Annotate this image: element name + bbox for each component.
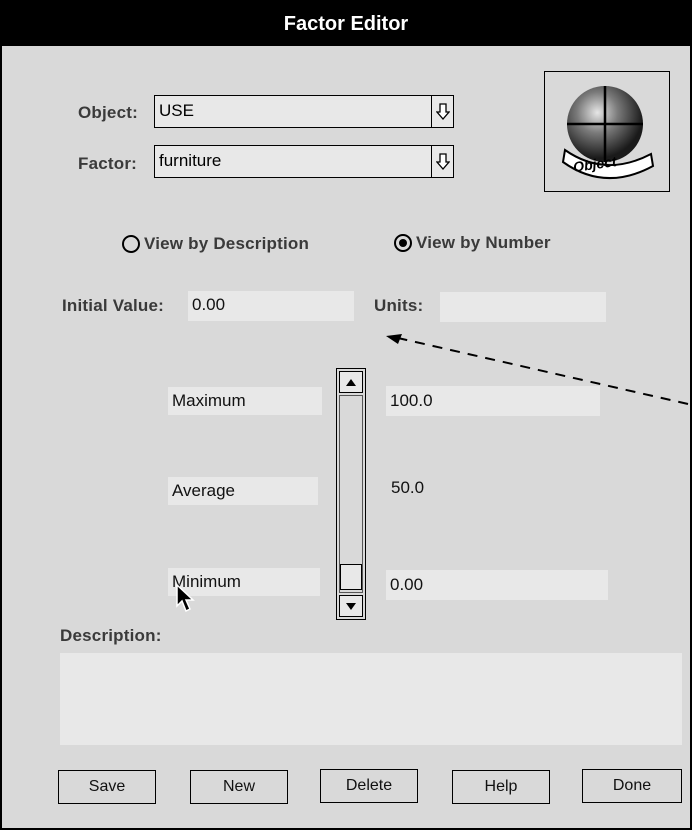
triangle-up-icon — [346, 378, 356, 386]
scroll-down-button[interactable] — [339, 595, 363, 617]
initial-value-field[interactable]: 0.00 — [188, 291, 354, 321]
object-select[interactable]: USE — [154, 95, 432, 128]
factor-dropdown-button[interactable] — [432, 145, 454, 178]
view-by-description-label[interactable]: View by Description — [144, 234, 309, 254]
save-button[interactable]: Save — [58, 770, 156, 804]
maximum-value-field[interactable]: 100.0 — [386, 386, 600, 416]
description-textarea[interactable] — [60, 653, 682, 745]
average-value: 50.0 — [391, 478, 425, 497]
scroll-thumb[interactable] — [340, 564, 362, 590]
scroll-up-button[interactable] — [339, 371, 363, 393]
delete-button[interactable]: Delete — [320, 769, 418, 803]
initial-value-label: Initial Value: — [62, 296, 164, 315]
view-by-number-label[interactable]: View by Number — [416, 233, 551, 253]
maximum-label: Maximum — [168, 387, 322, 415]
units-label: Units: — [374, 296, 424, 315]
arrow-down-icon — [435, 152, 450, 170]
window-title: Factor Editor — [2, 2, 690, 46]
globe-icon — [561, 86, 655, 180]
factor-editor-window: Factor Editor Object: USE Factor: furnit… — [0, 0, 692, 830]
factor-select[interactable]: furniture — [154, 145, 432, 178]
triangle-down-icon — [346, 602, 356, 610]
view-by-number-radio[interactable] — [394, 234, 412, 252]
factor-label: Factor: — [78, 154, 138, 173]
units-field[interactable] — [440, 292, 606, 322]
new-button[interactable]: New — [190, 770, 288, 804]
object-dropdown-button[interactable] — [432, 95, 454, 128]
description-label: Description: — [60, 626, 162, 645]
object-label: Object: — [78, 103, 138, 122]
done-button[interactable]: Done — [582, 769, 682, 803]
help-button[interactable]: Help — [452, 770, 550, 804]
object-logo: Object — [544, 71, 670, 192]
average-label: Average — [168, 477, 318, 505]
arrow-down-icon — [435, 102, 450, 120]
mouse-cursor-icon — [176, 584, 195, 613]
scroll-track[interactable] — [339, 395, 363, 593]
minimum-value-field[interactable]: 0.00 — [386, 570, 608, 600]
range-scrollbar[interactable] — [336, 368, 366, 620]
view-by-description-radio[interactable] — [122, 235, 140, 253]
